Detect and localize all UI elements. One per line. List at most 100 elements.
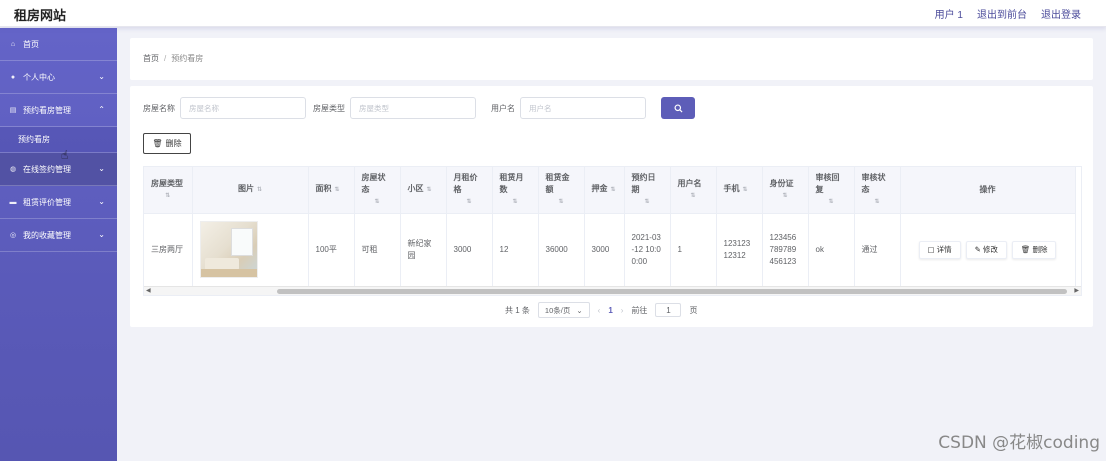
scroll-left-icon[interactable]: ◀ (146, 287, 151, 294)
exit-to-front-link[interactable]: 退出到前台 (977, 6, 1027, 21)
house-name-input[interactable]: 房屋名称 (180, 97, 306, 119)
col-header[interactable]: 月租价格 ⇅ (446, 167, 493, 214)
sort-icon: ⇅ (742, 187, 748, 194)
pagination: 共 1 条 10条/页 ⌄ ‹ 1 › 前往 1 页 (505, 302, 697, 318)
cell-date: 2021-03-12 10:00:00 (624, 213, 671, 287)
current-page[interactable]: 1 (608, 306, 612, 315)
sidebar-item-review[interactable]: ▬ 租赁评价管理 ⌄ (0, 186, 117, 219)
sort-icon: ⇅ (334, 187, 340, 194)
house-type-label: 房屋类型 (313, 103, 345, 113)
sort-icon: ⇅ (610, 187, 616, 194)
sort-icon: ⇅ (466, 198, 472, 205)
sort-icon: ⇅ (644, 198, 650, 205)
hand-cursor-icon: ☝ (61, 148, 69, 162)
next-page-icon[interactable]: › (621, 306, 624, 315)
col-header[interactable]: 小区 ⇅ (400, 167, 447, 214)
chevron-down-icon: ⌄ (98, 197, 105, 206)
cell-amount: 36000 (538, 213, 585, 287)
col-header[interactable]: 手机 ⇅ (716, 167, 763, 214)
col-header[interactable]: 租赁金额 ⇅ (538, 167, 585, 214)
breadcrumb-home[interactable]: 首页 (143, 54, 159, 63)
sidebar-item-viewing[interactable]: ▤ 预约看房管理 ⌃ (0, 94, 117, 127)
home-icon: ⌂ (10, 40, 16, 48)
detail-button[interactable]: ▢ 详情 (918, 240, 961, 259)
sort-icon: ⇅ (828, 198, 834, 205)
page-unit: 页 (689, 305, 698, 315)
scroll-right-icon[interactable]: ▶ (1074, 287, 1079, 294)
site-brand: 租房网站 (14, 8, 67, 23)
sidebar-item-label: 我的收藏管理 (23, 230, 71, 240)
username-label: 用户名 (491, 103, 515, 113)
search-form: 房屋名称 房屋名称 房屋类型 房屋类型 用户名 用户名 (143, 97, 695, 119)
chevron-down-icon: ⌄ (98, 72, 105, 81)
col-header[interactable]: 房屋类型 ⇅ (144, 167, 193, 214)
goto-label: 前往 (631, 305, 648, 315)
goto-page-input[interactable]: 1 (655, 303, 682, 317)
horizontal-scrollbar[interactable]: ◀ ▶ (144, 286, 1081, 295)
house-photo[interactable] (199, 221, 258, 278)
trash-icon: 🗑 (1020, 244, 1031, 254)
col-header[interactable]: 审核状态 ⇅ (854, 167, 901, 214)
col-header[interactable]: 身份证 ⇅ (762, 167, 809, 214)
cell-reply: ok (808, 213, 855, 287)
delete-label: 删除 (1032, 244, 1048, 254)
pager-total: 共 1 条 (505, 305, 530, 315)
sort-icon: ⇅ (426, 187, 432, 194)
col-header[interactable]: 预约日期 ⇅ (624, 167, 671, 214)
photo-floor (200, 269, 257, 277)
chevron-down-icon: ⌄ (576, 305, 583, 315)
house-type-input[interactable]: 房屋类型 (350, 97, 476, 119)
sidebar-item-personal[interactable]: ● 个人中心 ⌄ (0, 61, 117, 94)
cell-audit: 通过 (854, 213, 901, 287)
edit-label: 修改 (982, 244, 998, 254)
sidebar-item-favorites[interactable]: ◎ 我的收藏管理 ⌄ (0, 219, 117, 252)
col-header[interactable]: 审核回复 ⇅ (808, 167, 855, 214)
chevron-down-icon: ⌄ (98, 164, 105, 173)
watermark: CSDN @花椒coding (938, 433, 1100, 453)
prev-page-icon[interactable]: ‹ (598, 306, 601, 315)
sidebar-item-contract[interactable]: ◍ 在线签约管理 ⌄ (0, 153, 117, 186)
col-header[interactable]: 房屋状态 ⇅ (354, 167, 401, 214)
cell-months: 12 (492, 213, 539, 287)
col-header[interactable]: 图片 ⇅ (192, 167, 309, 214)
col-header[interactable]: 面积 ⇅ (308, 167, 355, 214)
batch-delete-button[interactable]: 🗑 删除 (143, 133, 191, 154)
col-header[interactable]: 押金 ⇅ (584, 167, 625, 214)
sidebar-item-home[interactable]: ⌂ 首页 (0, 28, 117, 61)
user-icon: ● (10, 73, 16, 81)
comment-icon: ▬ (9, 198, 17, 206)
cell-username: 1 (670, 213, 717, 287)
sort-icon: ⇅ (512, 198, 518, 205)
doc-icon: ▤ (9, 107, 17, 114)
search-button[interactable] (661, 97, 695, 119)
page-size-select[interactable]: 10条/页 ⌄ (537, 302, 590, 318)
table-row: 三房两厅 100平 可租 新纪家园 3000 12 36000 3000 202… (144, 213, 1076, 287)
sort-icon: ⇅ (374, 198, 380, 205)
sidebar-item-label: 租赁评价管理 (23, 197, 71, 207)
username-input[interactable]: 用户名 (520, 97, 646, 119)
cell-deposit: 3000 (584, 213, 625, 287)
chevron-up-icon: ⌃ (98, 105, 105, 114)
sidebar-item-label: 在线签约管理 (23, 164, 71, 174)
logout-link[interactable]: 退出登录 (1041, 6, 1081, 21)
col-header[interactable]: 用户名 ⇅ (670, 167, 717, 214)
detail-label: 详情 (936, 244, 952, 254)
scrollbar-thumb[interactable] (277, 289, 1067, 294)
breadcrumb: 首页 / 预约看房 (143, 53, 203, 64)
table-header-row: 房屋类型 ⇅ 图片 ⇅ 面积 ⇅ 房屋状态 ⇅ 小区 ⇅ 月租价格 ⇅ 租赁月数 ⇅ 租赁金额… (144, 167, 1076, 214)
cell-actions: ▢ 详情 ✎ 修改 🗑 删除 (900, 213, 1076, 287)
breadcrumb-separator: / (164, 54, 167, 63)
delete-button[interactable]: 🗑 删除 (1011, 240, 1057, 259)
top-header: 租房网站 用户 1 退出到前台 退出登录 (0, 0, 1106, 27)
col-header[interactable]: 租赁月数 ⇅ (492, 167, 539, 214)
sidebar-subitem-viewing[interactable]: 预约看房 (0, 127, 117, 153)
current-user[interactable]: 用户 1 (935, 6, 963, 21)
main-card: 房屋名称 房屋名称 房屋类型 房屋类型 用户名 用户名 🗑 删除 房屋类型 ⇅ 图… (130, 86, 1093, 327)
sidebar-item-label: 预约看房管理 (23, 105, 71, 115)
edit-button[interactable]: ✎ 修改 (965, 240, 1007, 259)
cell-community: 新纪家园 (400, 213, 447, 287)
star-icon: ◎ (9, 232, 17, 239)
cell-idcard: 123456789789456123 (762, 213, 809, 287)
breadcrumb-card: 首页 / 预约看房 (130, 38, 1093, 80)
sidebar: ⌂ 首页 ● 个人中心 ⌄ ▤ 预约看房管理 ⌃ 预约看房 ◍ 在线签约管理 ⌄… (0, 28, 117, 461)
